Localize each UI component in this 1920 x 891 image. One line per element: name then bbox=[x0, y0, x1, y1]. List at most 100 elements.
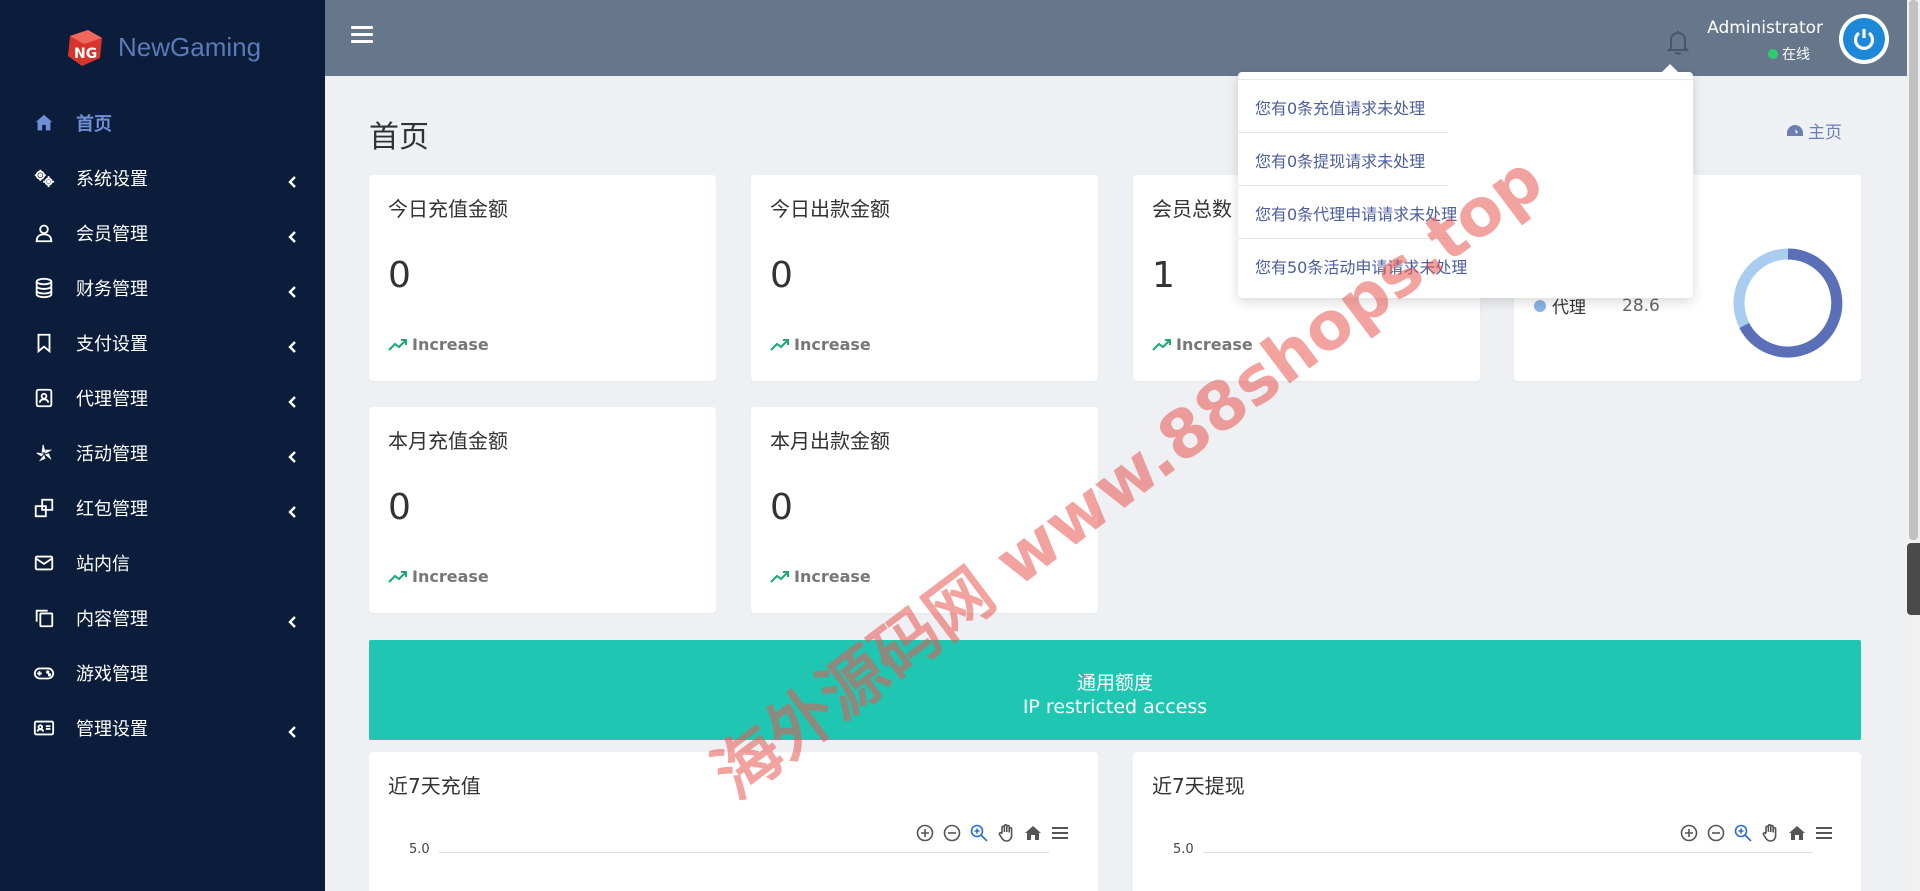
stat-card-month-deposit: 本月充值金额 0 Increase bbox=[369, 407, 716, 613]
menu-toggle-icon[interactable] bbox=[351, 26, 373, 46]
sidebar-item-finance[interactable]: 财务管理 bbox=[0, 260, 325, 315]
brand[interactable]: NG NewGaming bbox=[0, 0, 325, 95]
stat-trend: Increase bbox=[770, 335, 871, 354]
zoom-out-icon[interactable] bbox=[1705, 822, 1727, 844]
sidebar-item-label: 首页 bbox=[76, 113, 112, 135]
sidebar-item-red-packets[interactable]: 红包管理 bbox=[0, 480, 325, 535]
stat-trend-label: Increase bbox=[412, 567, 489, 586]
yelp-icon bbox=[32, 441, 56, 465]
gridline bbox=[1203, 852, 1813, 853]
clone-icon bbox=[32, 496, 56, 520]
pan-hand-icon[interactable] bbox=[995, 822, 1017, 844]
sidebar-item-label: 管理设置 bbox=[76, 718, 148, 740]
notification-item-deposit[interactable]: 您有0条充值请求未处理 bbox=[1238, 80, 1693, 133]
sidebar-item-messages[interactable]: 站内信 bbox=[0, 535, 325, 590]
stat-title: 本月出款金额 bbox=[770, 429, 890, 453]
stat-value: 0 bbox=[388, 255, 411, 296]
stat-title: 本月充值金额 bbox=[388, 429, 508, 453]
envelope-icon bbox=[32, 551, 56, 575]
page-title: 首页 bbox=[369, 120, 429, 155]
power-icon bbox=[1843, 18, 1885, 60]
sidebar-item-label: 财务管理 bbox=[76, 278, 148, 300]
id-card-icon bbox=[32, 716, 56, 740]
stat-value: 0 bbox=[388, 487, 411, 528]
chart-toolbar bbox=[909, 822, 1071, 844]
bell-icon[interactable] bbox=[1665, 28, 1691, 56]
stat-trend: Increase bbox=[770, 567, 871, 586]
side-widget[interactable] bbox=[1907, 543, 1920, 615]
sidebar: NG NewGaming 首页 系统设置 会员管理 财务管理 支付设置 代理管理… bbox=[0, 0, 325, 891]
gamepad-icon bbox=[32, 661, 56, 685]
stat-value: 1 bbox=[1152, 255, 1175, 296]
svg-text:NG: NG bbox=[74, 46, 97, 62]
chart-toolbar bbox=[1673, 822, 1835, 844]
copy-icon bbox=[32, 606, 56, 630]
trending-up-icon bbox=[770, 570, 789, 583]
stat-title: 今日充值金额 bbox=[388, 197, 508, 221]
notification-item-agent[interactable]: 您有0条代理申请请求未处理 bbox=[1238, 186, 1693, 239]
sidebar-item-content[interactable]: 内容管理 bbox=[0, 590, 325, 645]
trending-up-icon bbox=[388, 338, 407, 351]
zoom-out-icon[interactable] bbox=[941, 822, 963, 844]
chevron-left-icon bbox=[287, 612, 299, 628]
sidebar-item-payment[interactable]: 支付设置 bbox=[0, 315, 325, 370]
chart-card-deposit: 近7天充值 5.0 bbox=[369, 752, 1098, 891]
sidebar-item-activities[interactable]: 活动管理 bbox=[0, 425, 325, 480]
home-reset-icon[interactable] bbox=[1022, 822, 1044, 844]
chevron-left-icon bbox=[287, 392, 299, 408]
sidebar-item-label: 支付设置 bbox=[76, 333, 148, 355]
stat-trend-label: Increase bbox=[412, 335, 489, 354]
notification-item-withdraw[interactable]: 您有0条提现请求未处理 bbox=[1238, 133, 1693, 186]
logo-icon: NG bbox=[68, 29, 102, 66]
brand-name: NewGaming bbox=[118, 32, 262, 62]
sidebar-item-games[interactable]: 游戏管理 bbox=[0, 645, 325, 700]
stat-title: 今日出款金额 bbox=[770, 197, 890, 221]
stat-trend: Increase bbox=[388, 335, 489, 354]
chevron-left-icon bbox=[287, 447, 299, 463]
chevron-left-icon bbox=[287, 227, 299, 243]
notification-item-activity[interactable]: 您有50条活动申请请求未处理 bbox=[1238, 239, 1693, 292]
legend-dot bbox=[1534, 299, 1546, 312]
sidebar-item-system-settings[interactable]: 系统设置 bbox=[0, 150, 325, 205]
sidebar-item-members[interactable]: 会员管理 bbox=[0, 205, 325, 260]
zoom-in-icon[interactable] bbox=[914, 822, 936, 844]
sidebar-item-label: 会员管理 bbox=[76, 223, 148, 245]
stat-value: 0 bbox=[770, 255, 793, 296]
sidebar-item-home[interactable]: 首页 bbox=[0, 95, 325, 150]
cogs-icon bbox=[32, 166, 56, 190]
user-status-label: 在线 bbox=[1782, 47, 1810, 63]
stat-trend: Increase bbox=[1152, 335, 1253, 354]
gridline bbox=[439, 852, 1049, 853]
trending-up-icon bbox=[770, 338, 789, 351]
pan-hand-icon[interactable] bbox=[1759, 822, 1781, 844]
sidebar-item-label: 红包管理 bbox=[76, 498, 148, 520]
avatar[interactable] bbox=[1839, 14, 1889, 64]
trending-up-icon bbox=[1152, 338, 1171, 351]
breadcrumb[interactable]: 主页 bbox=[1786, 118, 1842, 143]
sidebar-item-label: 游戏管理 bbox=[76, 663, 148, 685]
legend-value: 28.6 bbox=[1622, 295, 1660, 316]
magnifier-icon[interactable] bbox=[1732, 822, 1754, 844]
stat-trend: Increase bbox=[388, 567, 489, 586]
chart-menu-icon[interactable] bbox=[1049, 822, 1071, 844]
user-name[interactable]: Administrator bbox=[1707, 18, 1823, 38]
sidebar-item-label: 代理管理 bbox=[76, 388, 148, 410]
scrollbar-thumb[interactable] bbox=[1909, 0, 1918, 540]
y-tick-label: 5.0 bbox=[409, 842, 430, 857]
magnifier-icon[interactable] bbox=[968, 822, 990, 844]
zoom-in-icon[interactable] bbox=[1678, 822, 1700, 844]
chevron-left-icon bbox=[287, 502, 299, 518]
sidebar-item-admin-settings[interactable]: 管理设置 bbox=[0, 700, 325, 755]
online-dot-icon bbox=[1768, 49, 1778, 59]
home-reset-icon[interactable] bbox=[1786, 822, 1808, 844]
sidebar-item-agents[interactable]: 代理管理 bbox=[0, 370, 325, 425]
page-scrollbar[interactable] bbox=[1907, 0, 1920, 891]
chevron-left-icon bbox=[287, 337, 299, 353]
chevron-left-icon bbox=[287, 282, 299, 298]
dashboard-icon bbox=[1787, 124, 1803, 136]
chart-menu-icon[interactable] bbox=[1813, 822, 1835, 844]
sidebar-item-label: 系统设置 bbox=[76, 168, 148, 190]
database-icon bbox=[32, 276, 56, 300]
stat-card-month-withdraw: 本月出款金额 0 Increase bbox=[751, 407, 1098, 613]
breadcrumb-home[interactable]: 主页 bbox=[1808, 118, 1842, 143]
